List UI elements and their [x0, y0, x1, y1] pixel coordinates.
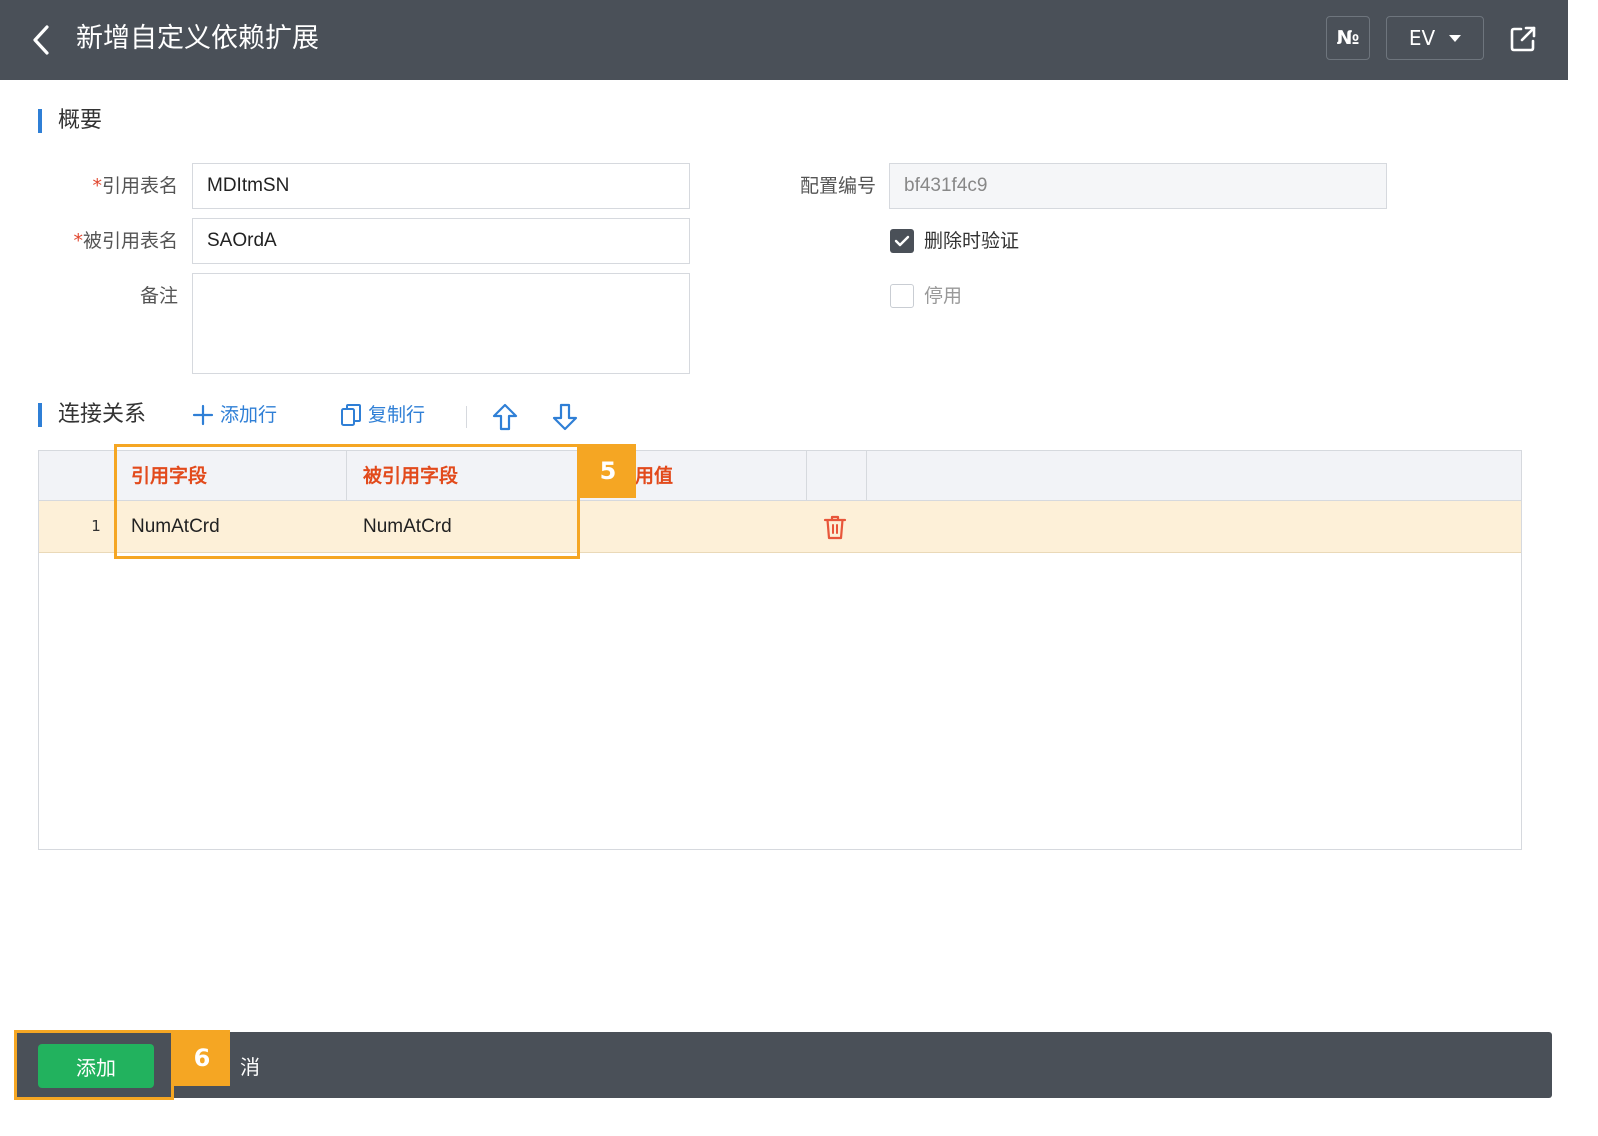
trash-icon: [823, 515, 847, 540]
copy-row-button[interactable]: 复制行: [340, 400, 425, 430]
column-header-ref-field[interactable]: 引用字段: [115, 451, 347, 501]
checkbox-unchecked-icon: [890, 284, 914, 308]
overview-title: 概要: [58, 108, 103, 133]
referenced-table-input[interactable]: [192, 218, 690, 264]
column-header-referenced-field[interactable]: 被引用字段: [347, 451, 579, 501]
section-marker: [38, 109, 42, 133]
checkbox-checked-icon: [890, 229, 914, 253]
toolbar-divider: [466, 406, 467, 428]
page-title: 新增自定义依赖扩展: [76, 23, 319, 54]
arrow-down-icon: [552, 403, 578, 431]
ref-field-cell[interactable]: NumAtCrd: [115, 501, 347, 552]
table-row[interactable]: 1 NumAtCrd NumAtCrd: [39, 501, 1521, 553]
arrow-up-icon: [492, 403, 518, 431]
section-marker: [38, 403, 42, 427]
move-down-button[interactable]: [550, 402, 580, 432]
validate-on-delete-checkbox[interactable]: 删除时验证: [890, 226, 1019, 256]
step-badge-5: 5: [580, 444, 636, 498]
move-up-button[interactable]: [490, 402, 520, 432]
language-dropdown[interactable]: EV: [1386, 16, 1484, 60]
language-label: EV: [1408, 26, 1436, 50]
relations-table: 引用字段 被引用字段 用值 1 NumAtCrd NumAtCrd: [38, 450, 1522, 850]
add-button[interactable]: 添加: [38, 1044, 154, 1088]
disabled-label: 停用: [924, 285, 963, 307]
copy-row-label: 复制行: [368, 404, 426, 426]
disabled-checkbox[interactable]: 停用: [890, 281, 962, 311]
relations-title: 连接关系: [58, 402, 147, 427]
add-row-button[interactable]: 添加行: [192, 400, 277, 430]
row-number: 1: [91, 517, 101, 535]
table-header: 引用字段 被引用字段 用值: [39, 451, 1521, 501]
referenced-field-cell[interactable]: NumAtCrd: [347, 501, 579, 552]
referenced-table-label: *被引用表名: [73, 230, 178, 252]
external-link-icon: [1510, 26, 1536, 52]
column-header-actions: [807, 451, 867, 501]
step-badge-6: 6: [174, 1030, 230, 1086]
delete-row-button[interactable]: [821, 513, 849, 541]
chevron-left-icon: [33, 25, 49, 55]
remark-label: 备注: [139, 285, 178, 307]
ref-table-input[interactable]: [192, 163, 690, 209]
value-cell[interactable]: [579, 501, 807, 552]
plus-icon: [192, 404, 214, 426]
export-button[interactable]: [1506, 22, 1540, 56]
row-number-header: [39, 451, 115, 501]
config-no-input: [889, 163, 1387, 209]
caret-down-icon: [1449, 34, 1462, 42]
add-row-label: 添加行: [220, 404, 278, 426]
number-button[interactable]: №: [1326, 16, 1370, 60]
number-label: №: [1336, 27, 1360, 49]
ref-table-label: *引用表名: [92, 175, 178, 197]
config-no-label: 配置编号: [799, 175, 876, 197]
validate-on-delete-label: 删除时验证: [924, 230, 1020, 252]
copy-icon: [341, 404, 361, 426]
top-bar: 新增自定义依赖扩展 № EV: [0, 0, 1568, 80]
back-button[interactable]: [26, 22, 56, 58]
remark-textarea[interactable]: [192, 273, 690, 374]
